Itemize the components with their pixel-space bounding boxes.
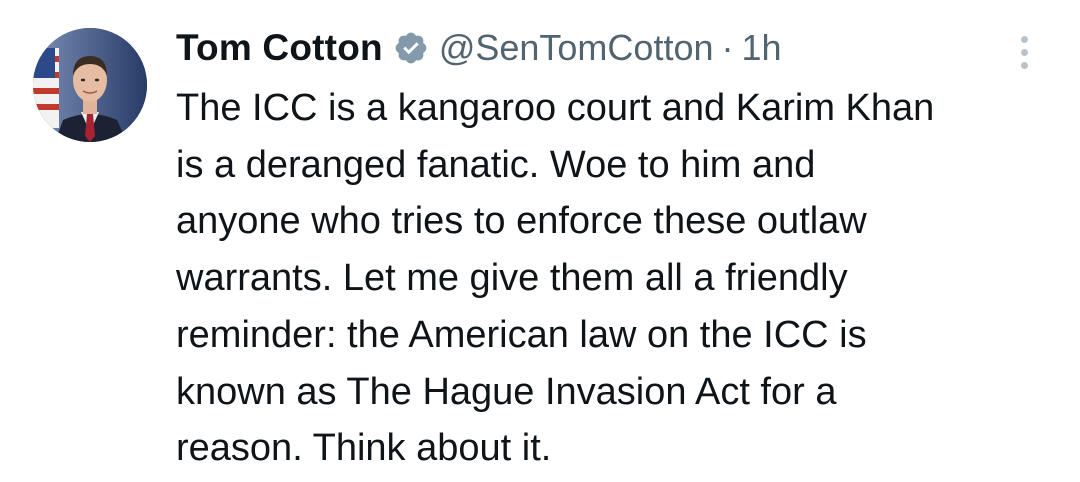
tweet-text-line: known as The Hague Invasion Act for a [176,370,837,413]
timestamp[interactable]: 1h [742,27,782,69]
tweet-header: Tom Cotton @SenTomCotton · 1h [176,24,782,72]
tweet-text-line: reminder: the American law on the ICC is [176,313,867,356]
handle[interactable]: @SenTomCotton [439,27,714,69]
separator-dot: · [721,27,734,68]
avatar[interactable] [33,28,147,142]
verified-badge-icon [393,30,429,66]
display-name[interactable]: Tom Cotton [176,27,383,69]
avatar-image [33,28,147,142]
tweet-text-line: anyone who tries to enforce these outlaw [176,200,867,243]
tweet-text: The ICC is a kangaroo court and Karim Kh… [176,80,1056,477]
more-options-icon[interactable] [1012,34,1036,70]
tweet[interactable]: Tom Cotton @SenTomCotton · 1h The ICC is… [0,0,1080,482]
tweet-text-line: is a deranged fanatic. Woe to him and [176,143,816,186]
tweet-text-line: warrants. Let me give them all a friendl… [176,257,848,300]
tweet-text-line: The ICC is a kangaroo court and Karim Kh… [176,87,935,129]
tweet-text-line: reason. Think about it. [176,427,552,470]
